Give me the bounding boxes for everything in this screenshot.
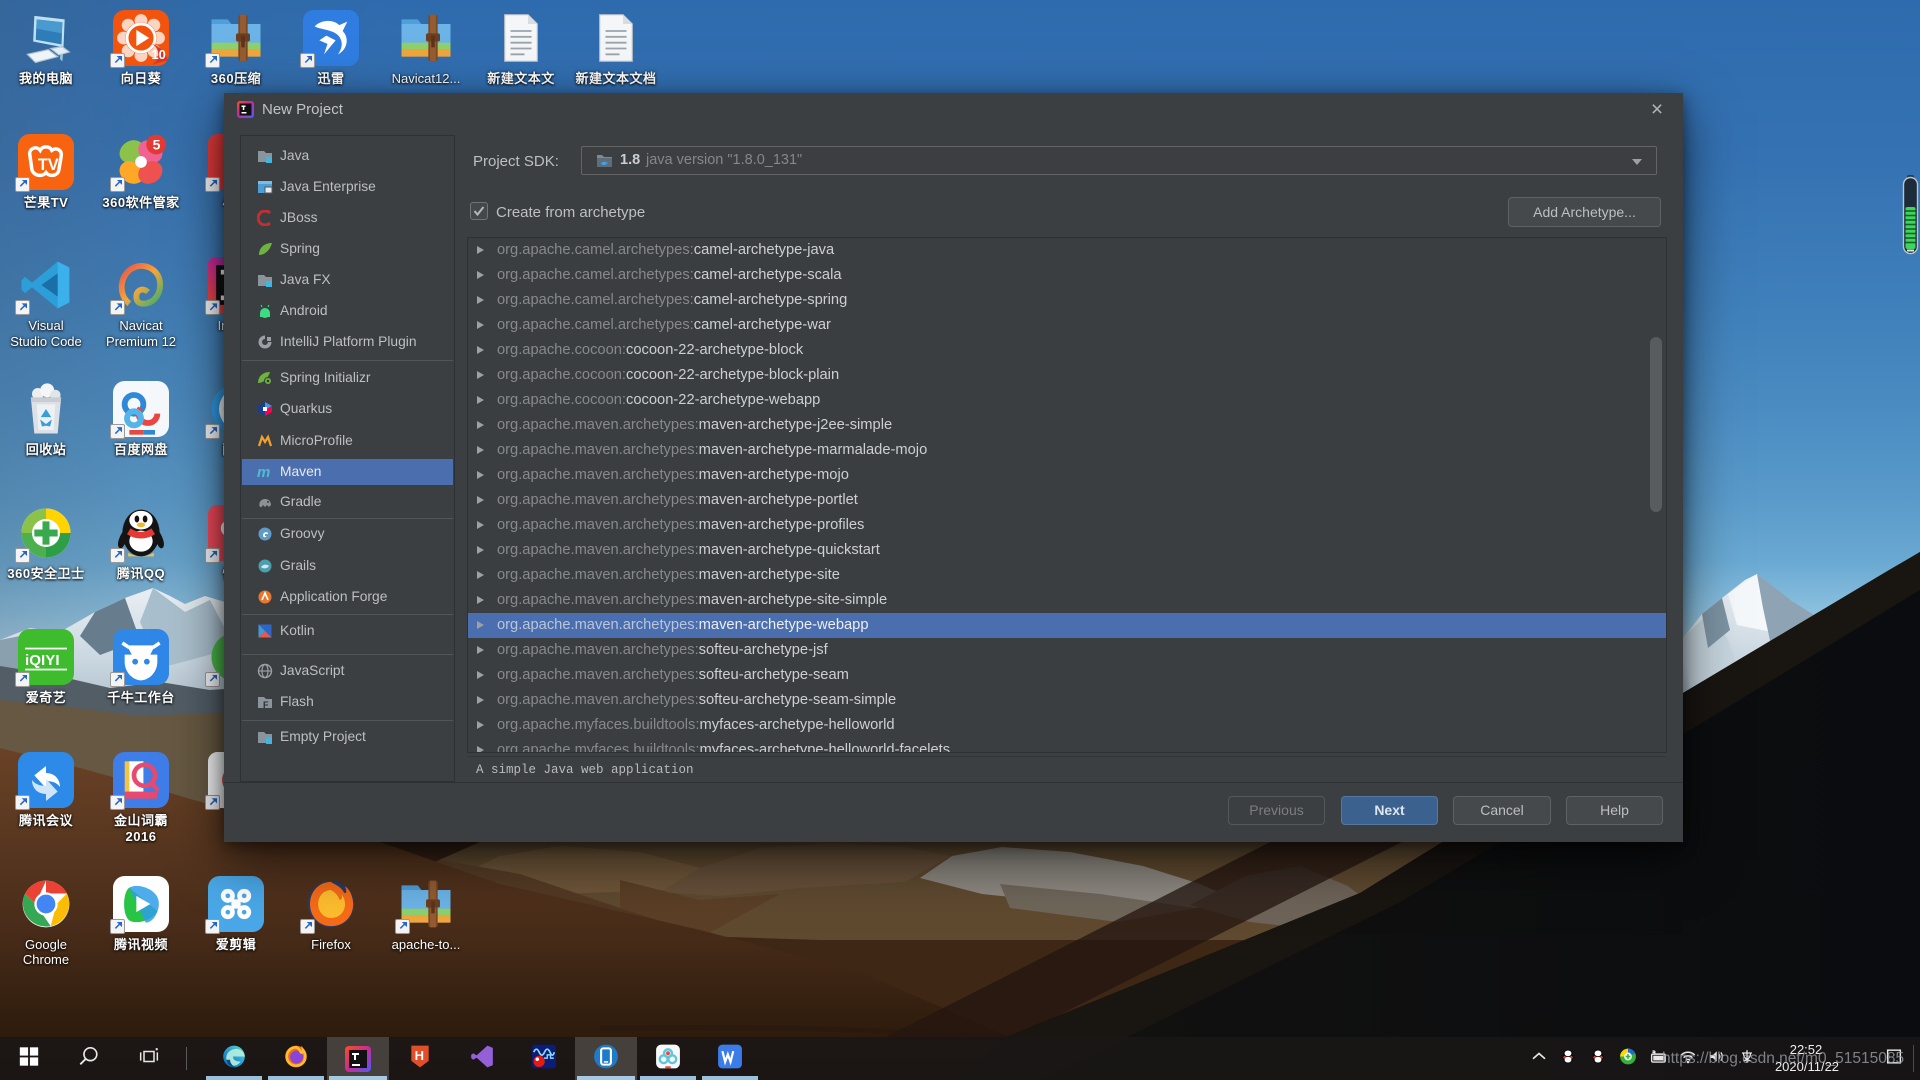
svg-text:H: H: [415, 1047, 424, 1062]
svg-text:iQIYI: iQIYI: [25, 652, 60, 669]
svg-text:m: m: [257, 464, 270, 480]
svg-text:F: F: [263, 700, 269, 710]
svg-text:10: 10: [152, 47, 166, 62]
svg-text:5: 5: [153, 136, 161, 152]
svg-text:TV: TV: [38, 156, 59, 174]
